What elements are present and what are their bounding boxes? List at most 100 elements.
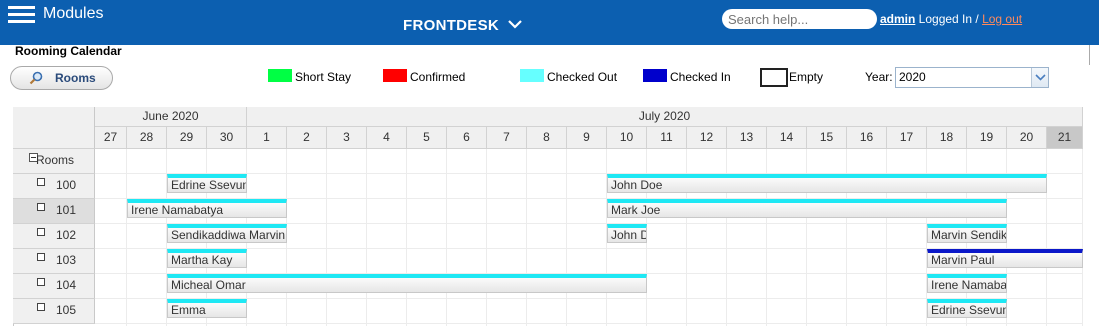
room-number: 102	[56, 228, 77, 242]
month-header: July 2020	[247, 107, 1083, 127]
day-header[interactable]: 7	[487, 127, 527, 149]
day-header[interactable]: 8	[527, 127, 567, 149]
booking-bar[interactable]: John Doe	[607, 174, 1047, 193]
rooms-button-label: Rooms	[55, 71, 96, 85]
legend-swatch-short-stay	[268, 69, 292, 82]
day-header[interactable]: 3	[327, 127, 367, 149]
grid-line-vertical	[526, 149, 527, 326]
room-row[interactable]: 103	[13, 249, 95, 274]
calendar-corner	[13, 107, 95, 149]
day-header[interactable]: 9	[567, 127, 607, 149]
booking-bar[interactable]: Edrine Ssevume	[167, 174, 247, 193]
search-input[interactable]	[722, 9, 877, 29]
room-checkbox[interactable]	[37, 303, 45, 311]
room-row[interactable]: 104	[13, 274, 95, 299]
legend-swatch-checked-out	[520, 69, 544, 82]
grid-line-vertical	[1082, 149, 1083, 326]
grid-line-vertical	[366, 149, 367, 326]
rooms-group-label: Rooms	[36, 153, 75, 167]
legend-label-short-stay: Short Stay	[295, 70, 352, 84]
grid-line-horizontal	[95, 323, 1083, 324]
room-checkbox[interactable]	[37, 228, 45, 236]
legend-label-checked-in: Checked In	[670, 70, 731, 84]
year-select-value: 2020	[899, 70, 926, 84]
booking-bar[interactable]: Martha Kay	[167, 249, 247, 268]
booking-bar[interactable]: Marvin Paul	[927, 249, 1083, 268]
dropdown-arrow[interactable]	[1031, 68, 1048, 87]
legend-swatch-empty	[760, 68, 788, 87]
legend-label-checked-out: Checked Out	[547, 70, 618, 84]
legend-swatch-checked-in	[643, 69, 667, 82]
grid-line-vertical	[126, 149, 127, 326]
rooms-button[interactable]: Rooms	[10, 66, 113, 90]
day-header[interactable]: 5	[407, 127, 447, 149]
search-icon	[29, 71, 43, 85]
grid-line-vertical	[446, 149, 447, 326]
day-header[interactable]: 10	[607, 127, 647, 149]
room-row[interactable]: 105	[13, 299, 95, 324]
room-number: 105	[56, 303, 77, 317]
day-header[interactable]: 21	[1047, 127, 1083, 149]
app-title[interactable]: FRONTDESK	[403, 17, 499, 34]
room-checkbox[interactable]	[37, 203, 45, 211]
legend-swatch-confirmed	[383, 69, 407, 82]
room-row[interactable]: 102	[13, 224, 95, 249]
room-row[interactable]: 101	[13, 199, 95, 224]
day-header[interactable]: 20	[1007, 127, 1047, 149]
day-header[interactable]: 18	[927, 127, 967, 149]
room-number: 100	[56, 178, 77, 192]
grid-line-vertical	[566, 149, 567, 326]
day-header[interactable]: 28	[127, 127, 167, 149]
day-header[interactable]: 6	[447, 127, 487, 149]
day-header[interactable]: 27	[95, 127, 127, 149]
room-number: 103	[56, 253, 77, 267]
booking-bar[interactable]: Emma	[167, 299, 247, 318]
room-checkbox[interactable]	[37, 278, 45, 286]
legend-label-empty: Empty	[789, 70, 824, 84]
divider	[1089, 45, 1090, 65]
user-status: admin Logged In / Log out	[880, 12, 1022, 26]
chevron-down-icon	[1035, 74, 1046, 81]
year-select[interactable]: 2020	[895, 67, 1049, 88]
modules-menu-label[interactable]: Modules	[43, 5, 103, 23]
legend-label-confirmed: Confirmed	[410, 70, 466, 84]
hamburger-menu-icon[interactable]	[8, 6, 35, 24]
day-header[interactable]: 30	[207, 127, 247, 149]
day-header[interactable]: 4	[367, 127, 407, 149]
booking-bar[interactable]: Edrine Ssevume	[927, 299, 1007, 318]
day-header[interactable]: 19	[967, 127, 1007, 149]
rooms-group-header[interactable]: Rooms	[13, 149, 95, 174]
day-header[interactable]: 1	[247, 127, 287, 149]
booking-bar[interactable]: Irene Namabatya	[927, 274, 1007, 293]
month-header: June 2020	[95, 107, 247, 127]
day-header[interactable]: 13	[727, 127, 767, 149]
booking-bar[interactable]: Irene Namabatya	[127, 199, 287, 218]
grid-line-vertical	[486, 149, 487, 326]
grid-line-vertical	[326, 149, 327, 326]
top-bar: Modules FRONTDESK admin Logged In / Log …	[0, 0, 1099, 45]
booking-bar[interactable]: Micheal Omar	[167, 274, 647, 293]
room-number: 104	[56, 278, 77, 292]
chevron-down-icon[interactable]	[506, 16, 524, 32]
room-row[interactable]: 100	[13, 174, 95, 199]
user-link[interactable]: admin	[880, 12, 915, 26]
room-checkbox[interactable]	[37, 178, 45, 186]
grid-line-vertical	[406, 149, 407, 326]
day-header[interactable]: 16	[847, 127, 887, 149]
booking-bar[interactable]: Sendikaddiwa Marvin	[167, 224, 287, 243]
day-header[interactable]: 2	[287, 127, 327, 149]
room-number: 101	[56, 203, 77, 217]
day-header[interactable]: 12	[687, 127, 727, 149]
year-label: Year:	[865, 70, 893, 84]
day-header[interactable]: 29	[167, 127, 207, 149]
booking-bar[interactable]: Mark Joe	[607, 199, 1007, 218]
day-header[interactable]: 17	[887, 127, 927, 149]
day-header[interactable]: 15	[807, 127, 847, 149]
booking-bar[interactable]: Marvin Sendikaddiwa	[927, 224, 1007, 243]
room-checkbox[interactable]	[37, 253, 45, 261]
booking-bar[interactable]: John Doe	[607, 224, 647, 243]
day-header[interactable]: 11	[647, 127, 687, 149]
logout-link[interactable]: Log out	[982, 12, 1022, 26]
logged-in-text: Logged In /	[915, 12, 983, 26]
day-header[interactable]: 14	[767, 127, 807, 149]
